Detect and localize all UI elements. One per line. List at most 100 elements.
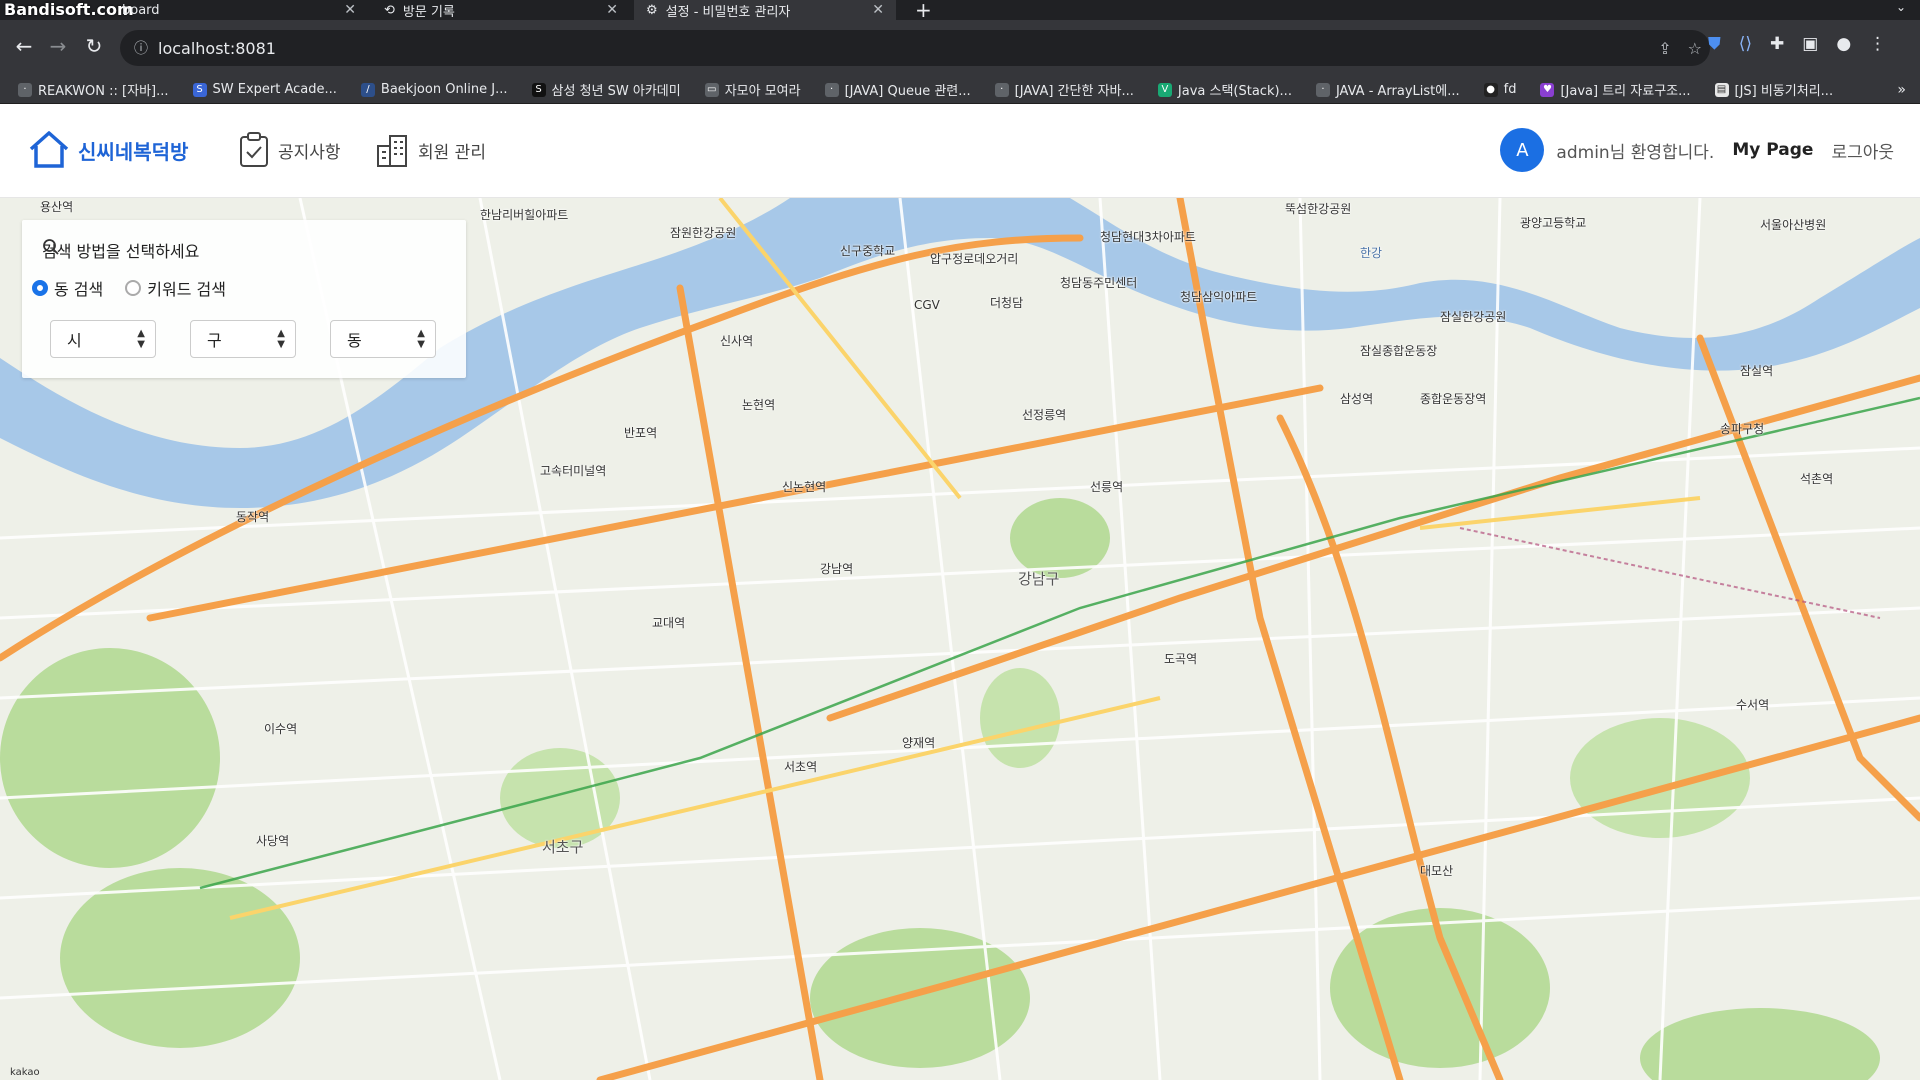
map-label: 서초역 bbox=[784, 760, 818, 774]
select-dong[interactable]: 동 ▲ ▼ bbox=[330, 320, 436, 358]
reload-icon[interactable]: ↻ bbox=[82, 34, 106, 58]
select-gu[interactable]: 구 ▲ ▼ bbox=[190, 320, 296, 358]
search-icon bbox=[43, 239, 59, 255]
address-bar[interactable]: ⓘ localhost:8081 ⇪ ☆ bbox=[120, 30, 1710, 66]
district-label: 강남구 bbox=[1018, 570, 1060, 588]
site-logo[interactable]: 신씨네복덕방 bbox=[28, 130, 188, 170]
map-label: 청담삼익아파트 bbox=[1180, 290, 1258, 304]
bookmark-label: [JAVA] 간단한 자바... bbox=[1014, 84, 1134, 99]
tab-settings[interactable]: ⚙ 설정 - 비밀번호 관리자 ✕ bbox=[634, 0, 896, 20]
bookmark-item[interactable]: S 삼성 청년 SW 아카데미 bbox=[531, 80, 681, 99]
map-label: 사당역 bbox=[256, 834, 290, 848]
map-label: 동작역 bbox=[236, 510, 270, 524]
close-icon[interactable]: ✕ bbox=[606, 2, 618, 18]
bookmark-icon: · bbox=[1315, 82, 1330, 97]
star-icon[interactable]: ☆ bbox=[1688, 39, 1702, 58]
logout-link[interactable]: 로그아웃 bbox=[1831, 138, 1894, 163]
map-label: 잠원한강공원 bbox=[670, 226, 737, 240]
map-label: 양재역 bbox=[902, 736, 936, 750]
bookmark-item[interactable]: / Baekjoon Online J... bbox=[360, 82, 508, 97]
bookmark-label: 삼성 청년 SW 아카데미 bbox=[551, 84, 681, 99]
river-label: 한강 bbox=[1360, 246, 1383, 260]
bookmark-item[interactable]: ● fd bbox=[1483, 82, 1516, 97]
close-icon[interactable]: ✕ bbox=[344, 2, 356, 18]
map-label: 용산역 bbox=[40, 200, 74, 214]
bookmark-item[interactable]: · REAKWON :: [자바]... bbox=[18, 80, 169, 99]
map-label: 논현역 bbox=[742, 398, 776, 412]
shield-icon[interactable]: ⛊ bbox=[1708, 34, 1721, 54]
avatar[interactable]: A bbox=[1500, 128, 1545, 172]
map-label: 잠실한강공원 bbox=[1440, 310, 1507, 324]
map-label: 청담현대3차아파트 bbox=[1100, 230, 1196, 244]
nav-member-management[interactable]: 회원 관리 bbox=[374, 132, 486, 168]
map-label: 신사역 bbox=[720, 334, 754, 348]
map-label: 서울아산병원 bbox=[1760, 218, 1827, 232]
bookmark-item[interactable]: · [JAVA] 간단한 자바... bbox=[994, 80, 1134, 99]
clipboard-icon bbox=[240, 132, 268, 167]
bookmark-icon: ● bbox=[1483, 82, 1498, 97]
tab-search-icon[interactable]: ⌄ bbox=[1896, 0, 1906, 14]
tab-history[interactable]: ⟲ 방문 기록 ✕ bbox=[372, 0, 630, 20]
user-area: A admin님 환영합니다. My Page 로그아웃 bbox=[1500, 128, 1894, 172]
translate-icon[interactable]: ⟨⟩ bbox=[1739, 34, 1752, 54]
menu-icon[interactable]: ⋮ bbox=[1869, 34, 1886, 54]
bookmark-item[interactable]: · JAVA - ArrayList에... bbox=[1315, 80, 1460, 99]
map-label: 광양고등학교 bbox=[1520, 216, 1587, 230]
tab-label: 방문 기록 bbox=[402, 4, 455, 20]
radio-button[interactable] bbox=[125, 280, 142, 296]
mypage-link[interactable]: My Page bbox=[1732, 140, 1813, 160]
logo-text: 신씨네복덕방 bbox=[78, 139, 189, 164]
bookmark-icon: S bbox=[192, 82, 207, 97]
bookmark-item[interactable]: ▭ 자모아 모여라 bbox=[704, 80, 801, 99]
updown-icon: ▲ ▼ bbox=[277, 328, 285, 350]
bookmark-item[interactable]: V Java 스택(Stack)... bbox=[1157, 80, 1292, 99]
search-panel-title: 검색 방법을 선택하세요 bbox=[42, 238, 199, 262]
map-view[interactable]: 용산역 한남리버힐아파트 신구중학교 청담현대3차아파트 뚝섬한강공원 광양고등… bbox=[0, 198, 1920, 1080]
bookmark-item[interactable]: S SW Expert Acade... bbox=[192, 82, 337, 97]
select-value: 시 bbox=[67, 331, 82, 350]
bookmarks-more-icon[interactable]: » bbox=[1897, 82, 1906, 98]
puzzle-icon[interactable]: ✚ bbox=[1770, 34, 1784, 54]
bookmark-item[interactable]: ▤ [JS] 비동기처리... bbox=[1714, 80, 1833, 99]
tab-label: 설정 - 비밀번호 관리자 bbox=[665, 4, 791, 20]
map-label: 신구중학교 bbox=[840, 244, 896, 258]
map-label: 잠실역 bbox=[1740, 364, 1774, 378]
map-label: 도곡역 bbox=[1164, 652, 1198, 666]
forward-icon[interactable]: → bbox=[46, 34, 70, 58]
radio-dong-search[interactable]: 동 검색 bbox=[32, 276, 103, 300]
bookmark-label: JAVA - ArrayList에... bbox=[1335, 84, 1460, 99]
bookmark-label: Java 스택(Stack)... bbox=[1177, 84, 1292, 99]
nav-label: 회원 관리 bbox=[418, 142, 486, 163]
nav-notice[interactable]: 공지사항 bbox=[238, 132, 341, 168]
home-icon bbox=[29, 131, 69, 168]
share-icon[interactable]: ⇪ bbox=[1658, 39, 1671, 58]
select-value: 동 bbox=[347, 331, 362, 350]
bookmark-icon: / bbox=[360, 82, 375, 97]
map-label: 고속터미널역 bbox=[540, 464, 607, 478]
welcome-text: admin님 환영합니다. bbox=[1556, 142, 1715, 163]
bookmark-icon: ♥ bbox=[1540, 82, 1555, 97]
profile-icon[interactable]: ● bbox=[1836, 34, 1851, 54]
map-label: 석촌역 bbox=[1800, 472, 1834, 486]
new-tab-button[interactable]: + bbox=[915, 0, 932, 22]
updown-icon: ▲ ▼ bbox=[417, 328, 425, 350]
bookmark-item[interactable]: ♥ [Java] 트리 자료구조... bbox=[1540, 80, 1691, 99]
map-label: 압구정로데오거리 bbox=[930, 252, 1019, 266]
radio-keyword-search[interactable]: 키워드 검색 bbox=[125, 276, 226, 300]
tab-board[interactable]: board ✕ bbox=[110, 0, 368, 20]
sidepanel-icon[interactable]: ▣ bbox=[1802, 34, 1818, 54]
info-icon[interactable]: ⓘ bbox=[134, 38, 148, 58]
bookmarks-bar: · REAKWON :: [자바]... S SW Expert Acade... … bbox=[0, 76, 1920, 104]
back-icon[interactable]: ← bbox=[12, 34, 36, 58]
map-label: 뚝섬한강공원 bbox=[1285, 202, 1352, 216]
bookmark-item[interactable]: · [JAVA] Queue 관련... bbox=[824, 80, 971, 99]
radio-button[interactable] bbox=[32, 280, 48, 296]
map-label: 잠실종합운동장 bbox=[1360, 344, 1438, 358]
map-label: 이수역 bbox=[264, 722, 298, 736]
radio-label: 동 검색 bbox=[54, 280, 104, 299]
bookmark-icon: S bbox=[531, 82, 546, 97]
select-si[interactable]: 시 ▲ ▼ bbox=[50, 320, 156, 358]
map-label: 더청담 bbox=[990, 296, 1024, 310]
map-label: 종합운동장역 bbox=[1420, 392, 1487, 406]
close-icon[interactable]: ✕ bbox=[872, 2, 884, 18]
